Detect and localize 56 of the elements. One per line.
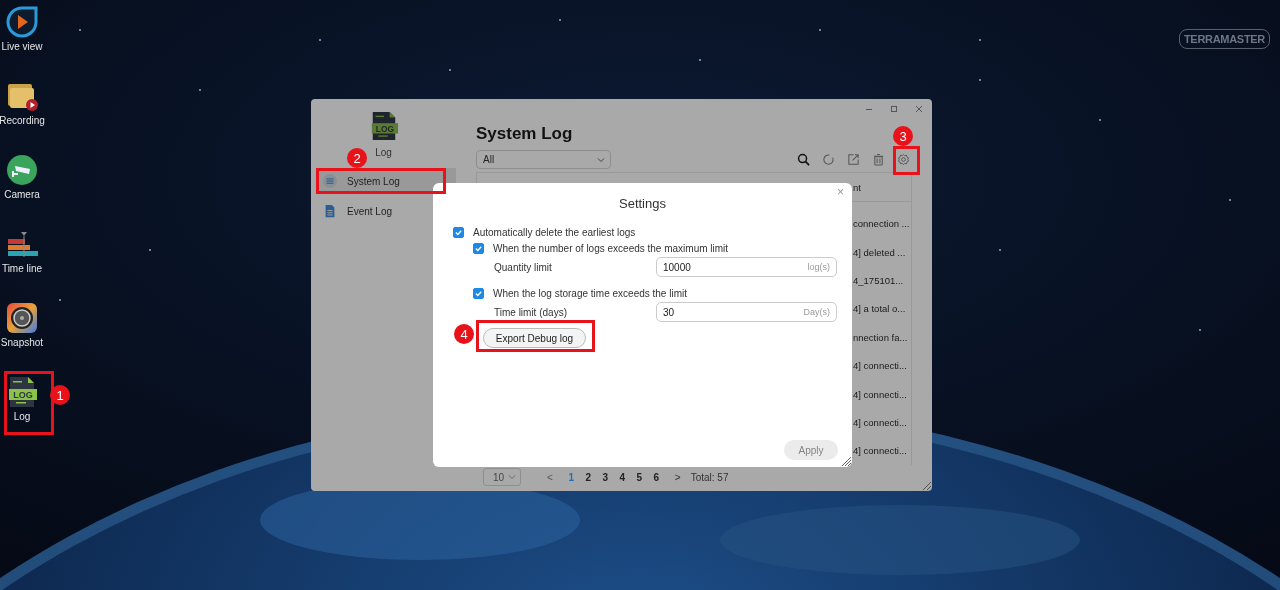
resize-handle[interactable] [841,456,851,466]
checkbox-label: When the number of logs exceeds the maximum limit [493,242,729,254]
highlight-frame [893,146,920,175]
next-page-button[interactable]: > [674,471,681,483]
input-field[interactable]: 10000 log(s) [656,257,837,277]
dialog-title: Settings [618,196,667,212]
icon-label[interactable]: Camera [4,189,40,200]
page-number[interactable]: 4 [613,471,631,483]
maximize-icon[interactable] [889,104,899,114]
export-icon[interactable] [847,153,860,166]
chevron-down-icon [507,472,517,482]
field-label: Time limit (days) [494,306,567,318]
column-header: nt [853,181,862,193]
total-count: Total: 57 [690,471,729,483]
resize-handle[interactable] [921,480,931,490]
page-title: System Log [476,124,573,145]
logo: TERRAMASTER [1178,29,1270,49]
refresh-icon[interactable] [822,153,835,166]
trash-icon[interactable] [872,153,885,166]
search-icon[interactable] [797,153,810,166]
table-cell: connection ... [853,218,911,230]
page-size-dropdown[interactable]: 10 [483,468,521,486]
table-cell-text: 4] a total o... [853,303,907,315]
input-field[interactable]: 30 Day(s) [656,302,837,322]
table-cell-text: 4_175101... [853,274,905,286]
icon-label[interactable]: Snapshot [0,337,44,348]
filter-dropdown[interactable]: All [476,150,611,169]
close-icon[interactable] [914,104,924,114]
page-number[interactable]: 5 [630,471,648,483]
export-debug-log-button[interactable]: Export Debug log [483,328,586,348]
page-number[interactable]: 3 [596,471,614,483]
checkbox[interactable] [453,226,464,238]
checkbox-label: Automatically delete the earliest logs [473,226,636,238]
icon-label[interactable]: Recording [0,115,45,126]
icon-label[interactable]: Log [13,411,31,422]
app-name: Log [375,147,392,158]
document-icon [323,204,337,218]
settings-icon[interactable] [897,153,910,166]
table-cell-text: 4] deleted ... [853,246,907,258]
lens-icon[interactable] [6,302,38,334]
table-cell-text: 4] connecti... [853,360,908,372]
table-cell-text: 4] connecti... [853,388,908,400]
table-cell-text: 4] connecti... [853,416,908,428]
field-label: Quantity limit [494,261,552,273]
icon-label[interactable]: Live view [1,41,43,52]
table-cell-text: nnection fa... [853,331,909,343]
play-icon[interactable] [6,6,38,38]
page-number[interactable]: 2 [579,471,597,483]
checkbox[interactable] [473,287,484,299]
page-number[interactable]: 6 [647,471,665,483]
list-icon [323,174,337,188]
checkbox[interactable] [473,242,484,254]
icon-label[interactable]: Time line [1,263,43,274]
camera-icon[interactable] [6,154,38,186]
checkbox-label: When the log storage time exceeds the limit [493,287,687,299]
table-cell-text: 4] connecti... [853,445,908,457]
